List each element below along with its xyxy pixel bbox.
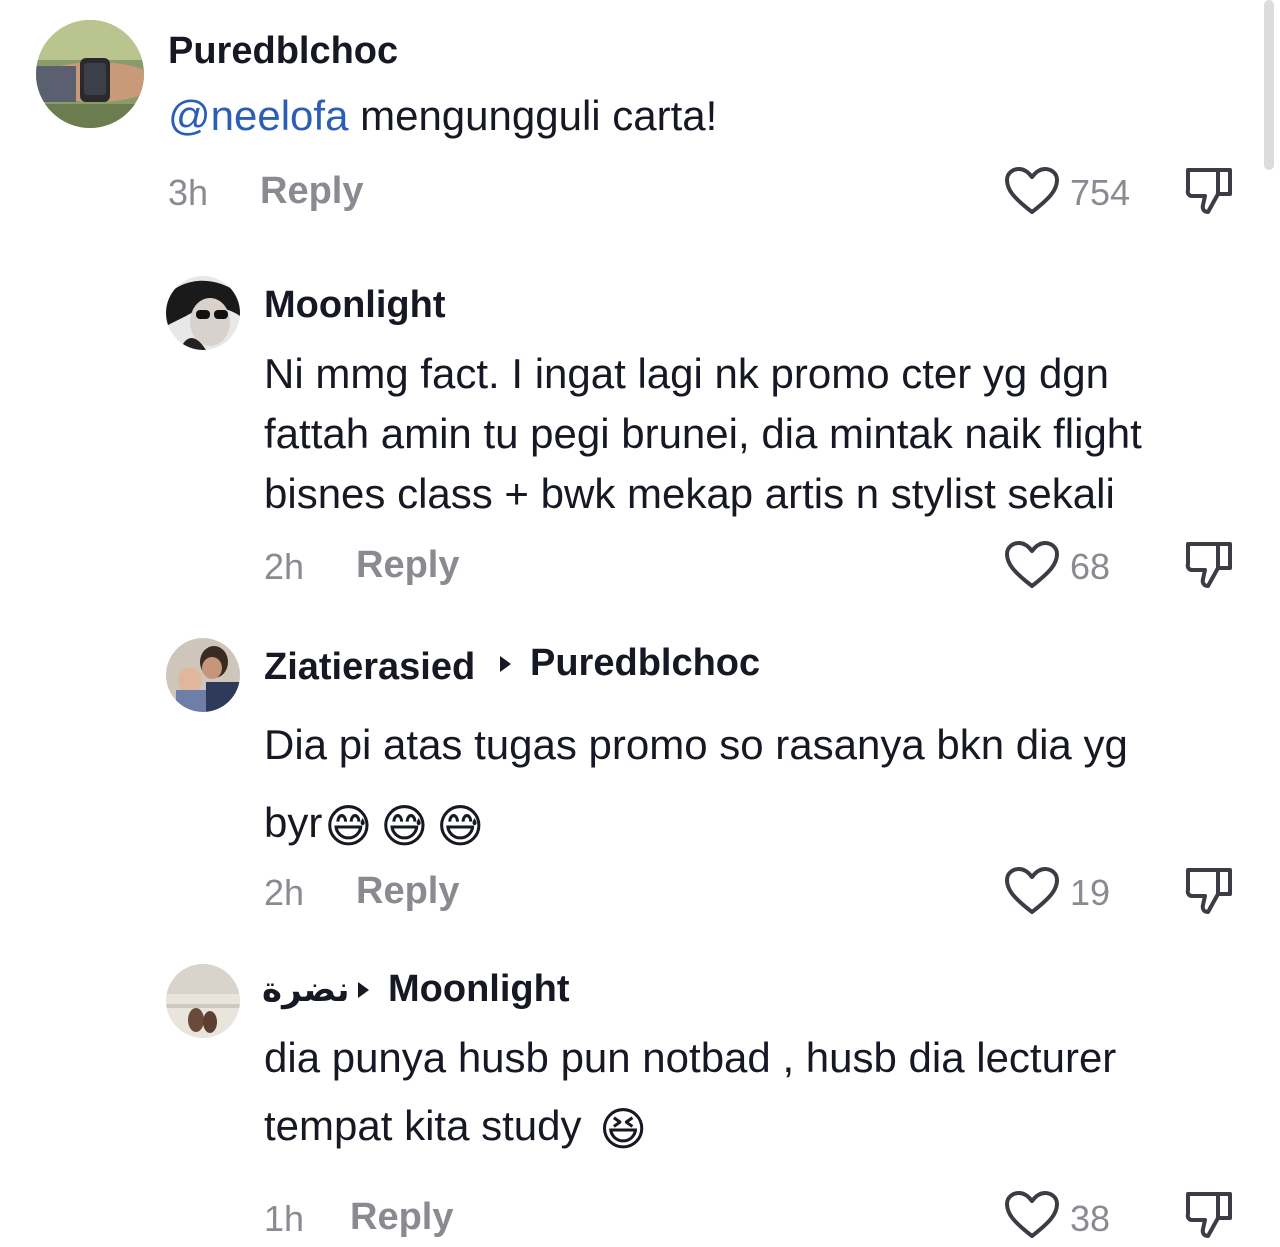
woman-sunglasses-photo-icon — [166, 276, 240, 350]
dislike-button[interactable] — [1182, 538, 1236, 597]
reply-button[interactable]: Reply — [350, 1196, 453, 1239]
like-count: 68 — [1070, 546, 1111, 587]
family-photo-icon — [166, 638, 240, 712]
reply-to-username[interactable]: Puredblchoc — [530, 642, 760, 685]
comment-line: tempat kita study — [264, 1102, 594, 1149]
comment-text: @neelofa mengungguli carta! — [168, 92, 717, 140]
timestamp: 3h — [168, 172, 209, 213]
grinning-sweat-emoji: 😅😅😅 — [324, 799, 493, 852]
username[interactable]: Moonlight — [264, 284, 445, 327]
like-button[interactable] — [1004, 540, 1060, 595]
reply-to-arrow-icon — [358, 982, 369, 998]
reply-button[interactable]: Reply — [260, 170, 363, 213]
timestamp: 2h — [264, 546, 305, 587]
thumbs-down-icon — [1185, 168, 1232, 214]
avatar[interactable] — [166, 276, 240, 350]
reply-button[interactable]: Reply — [356, 870, 459, 913]
thumbs-down-icon — [1185, 1192, 1232, 1238]
comment-line: byr — [264, 799, 323, 846]
comment-line-with-emoji: byr😅😅😅 — [264, 784, 1128, 865]
laughing-emoji: 😆 — [599, 1102, 648, 1155]
thumbs-down-icon — [1185, 868, 1232, 914]
username[interactable]: Ziatierasied — [264, 646, 475, 689]
username[interactable]: نضرة — [262, 970, 350, 1010]
comment-text: Ni mmg fact. I ingat lagi nk promo cter … — [264, 344, 1142, 524]
like-count: 38 — [1070, 1198, 1111, 1239]
avatar[interactable] — [36, 20, 144, 128]
avatar[interactable] — [166, 964, 240, 1038]
like-count: 19 — [1070, 872, 1111, 913]
dislike-button[interactable] — [1182, 164, 1236, 223]
mention-link[interactable]: @neelofa — [168, 92, 348, 139]
reply-button[interactable]: Reply — [356, 544, 459, 587]
beach-feet-photo-icon — [166, 964, 240, 1038]
comment-line-with-emoji: tempat kita study 😆 — [264, 1086, 1116, 1169]
comment-text: Dia pi atas tugas promo so rasanya bkn d… — [264, 706, 1128, 865]
heart-icon — [1005, 167, 1059, 214]
username[interactable]: Puredblchoc — [168, 30, 398, 73]
comment-text-body: mengungguli carta! — [348, 92, 718, 139]
comment-line: dia punya husb pun notbad , husb dia lec… — [264, 1034, 1117, 1081]
comment-line: Dia pi atas tugas promo so rasanya bkn d… — [264, 721, 1128, 768]
avatar[interactable] — [166, 638, 240, 712]
like-count: 754 — [1070, 172, 1131, 213]
heart-icon — [1005, 867, 1059, 914]
like-button[interactable] — [1004, 166, 1060, 221]
like-button[interactable] — [1004, 866, 1060, 921]
comment-line: bisnes class + bwk mekap artis n stylist… — [264, 470, 1115, 517]
comment-line: Ni mmg fact. I ingat lagi nk promo cter … — [264, 350, 1110, 397]
dislike-button[interactable] — [1182, 1188, 1236, 1247]
thumbs-down-icon — [1185, 542, 1232, 588]
timestamp: 2h — [264, 872, 305, 913]
comment-text: dia punya husb pun notbad , husb dia lec… — [264, 1030, 1116, 1169]
heart-icon — [1005, 1191, 1059, 1238]
comment-line: fattah amin tu pegi brunei, dia mintak n… — [264, 410, 1142, 457]
like-button[interactable] — [1004, 1190, 1060, 1245]
heart-icon — [1005, 541, 1059, 588]
timestamp: 1h — [264, 1198, 305, 1239]
reply-to-username[interactable]: Moonlight — [388, 968, 569, 1011]
watch-wrist-photo-icon — [36, 20, 144, 128]
scrollbar[interactable] — [1264, 0, 1274, 170]
dislike-button[interactable] — [1182, 864, 1236, 923]
reply-to-arrow-icon — [500, 656, 511, 672]
